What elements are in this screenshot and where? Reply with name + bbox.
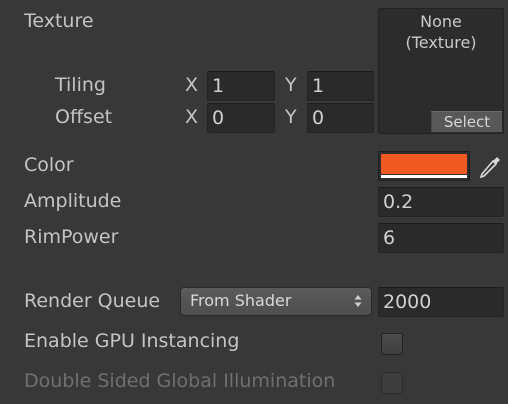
render-queue-dropdown[interactable]: From Shader [180,287,372,316]
tiling-y-input[interactable]: 1 [307,71,374,101]
double-sided-gi-label: Double Sided Global Illumination [24,370,336,392]
render-queue-selected: From Shader [190,291,292,310]
amplitude-label: Amplitude [24,190,122,212]
gpu-instancing-checkbox[interactable] [381,333,403,355]
tiling-x-input[interactable]: 1 [207,71,275,101]
double-sided-gi-checkbox[interactable] [381,372,403,394]
texture-slot-type-text: (Texture) [405,33,477,52]
tiling-x-label: X [185,74,199,96]
render-queue-label: Render Queue [24,290,161,312]
texture-slot-none-text: None [420,12,462,31]
offset-x-input[interactable]: 0 [207,103,275,133]
eyedropper-icon[interactable] [476,153,504,181]
offset-y-label: Y [285,106,297,128]
material-inspector: Texture None (Texture) Select Tiling X 1… [0,0,508,404]
offset-y-input[interactable]: 0 [307,103,374,133]
rimpower-input[interactable]: 6 [378,223,504,253]
tiling-y-label: Y [285,74,297,96]
updown-arrows-icon [354,295,362,307]
tiling-label: Tiling [55,74,106,96]
gpu-instancing-label: Enable GPU Instancing [24,330,240,352]
color-label: Color [24,154,74,176]
texture-slot[interactable]: None (Texture) Select [378,8,504,134]
color-swatch [381,154,467,174]
texture-select-button[interactable]: Select [431,111,502,132]
offset-x-label: X [185,106,199,128]
texture-label: Texture [24,10,94,32]
render-queue-value-input[interactable]: 2000 [378,287,504,317]
color-alpha-bar [381,175,467,178]
offset-label: Offset [55,106,113,128]
rimpower-label: RimPower [24,226,119,248]
amplitude-input[interactable]: 0.2 [378,187,504,217]
color-field[interactable] [378,151,470,181]
